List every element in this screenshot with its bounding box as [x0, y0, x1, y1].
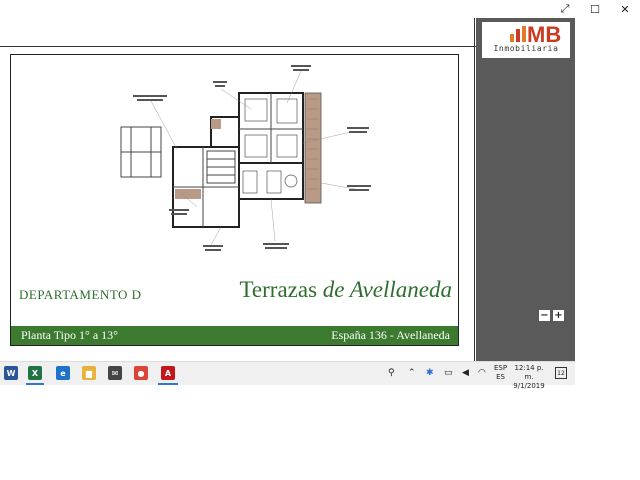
company-logo: MB Inmobiliaria — [482, 22, 570, 58]
address-label: España 136 - Avellaneda — [331, 328, 450, 342]
clock-date: 9/1/2019 — [513, 382, 545, 390]
page-border-top — [0, 46, 476, 47]
zoom-out-button[interactable]: − — [539, 310, 550, 321]
document-viewer[interactable]: DEPARTAMENTO D Terrazas de Avellaneda Pl… — [0, 18, 476, 361]
floor-plan-sheet: DEPARTAMENTO D Terrazas de Avellaneda Pl… — [10, 54, 459, 346]
region-code: ES — [496, 373, 505, 381]
floor-label: Planta Tipo 1° a 13° — [21, 328, 118, 342]
brand-title-main: Terrazas — [239, 277, 323, 302]
maximize-icon[interactable]: ☐ — [580, 0, 610, 18]
building-bars-icon — [510, 26, 526, 42]
close-icon[interactable]: ✕ — [610, 0, 640, 18]
people-icon[interactable]: ⚲ — [388, 368, 395, 378]
zoom-in-button[interactable]: + — [553, 310, 564, 321]
file-explorer-icon[interactable]: ▆ — [82, 366, 96, 380]
page-border-right — [474, 18, 475, 361]
clock-time: 12:14 p. m. — [514, 364, 544, 381]
acrobat-active-indicator — [158, 383, 178, 385]
chrome-icon[interactable]: ● — [134, 366, 148, 380]
language-indicator[interactable]: ESP ES — [494, 364, 507, 382]
taskbar: W X e ▆ ✉ ● A ⚲ ⌃ ✱ ▭ ◀ ◠ ESP ES 12:14 p… — [0, 361, 575, 390]
mail-icon[interactable]: ✉ — [108, 366, 122, 380]
notification-center-icon[interactable]: 12 — [555, 367, 567, 379]
footer-bar: Planta Tipo 1° a 13° España 136 - Avella… — [11, 323, 458, 345]
brand-title: Terrazas de Avellaneda — [239, 277, 452, 303]
chevron-up-icon[interactable]: ⌃ — [408, 368, 416, 378]
word-icon[interactable]: W — [4, 366, 18, 380]
floor-plan-drawing — [120, 65, 371, 251]
language-code: ESP — [494, 364, 508, 372]
battery-icon[interactable]: ▭ — [444, 368, 453, 378]
zoom-controls: − + — [539, 310, 564, 321]
department-label: DEPARTAMENTO D — [19, 287, 142, 302]
volume-icon[interactable]: ◀ — [462, 368, 469, 378]
acrobat-icon[interactable]: A — [161, 366, 175, 380]
bluetooth-icon[interactable]: ✱ — [426, 368, 434, 378]
side-panel: MB Inmobiliaria − + — [476, 18, 575, 361]
edge-icon[interactable]: e — [56, 366, 70, 380]
excel-icon[interactable]: X — [28, 366, 42, 380]
excel-active-indicator — [26, 383, 44, 385]
wifi-icon[interactable]: ◠ — [478, 368, 486, 378]
brand-title-italic: de Avellaneda — [322, 277, 452, 302]
window-controls: ⤢ ☐ ✕ — [550, 0, 640, 18]
restore-icon[interactable]: ⤢ — [550, 0, 580, 18]
logo-subtitle: Inmobiliaria — [493, 44, 559, 53]
clock[interactable]: 12:14 p. m. 9/1/2019 — [512, 364, 546, 391]
